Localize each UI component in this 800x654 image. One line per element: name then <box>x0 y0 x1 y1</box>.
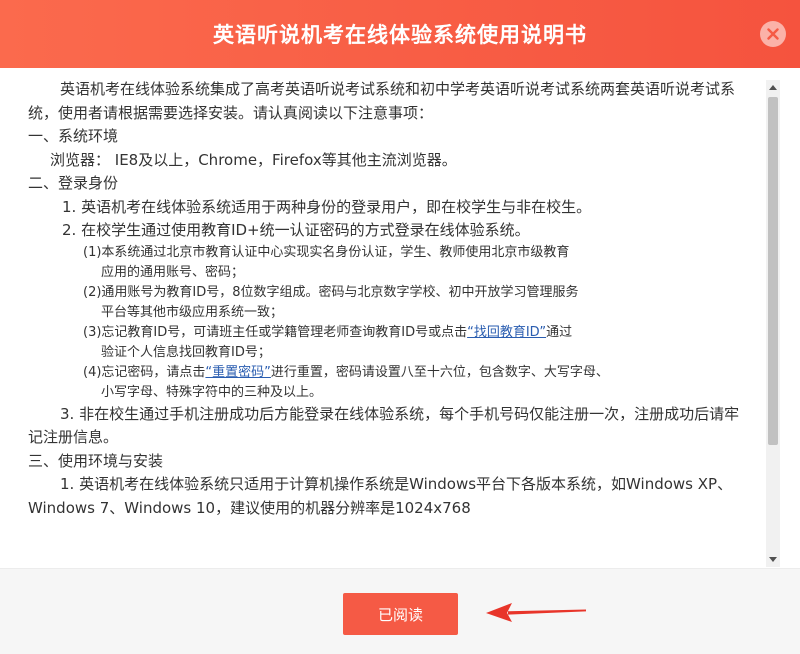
login-item-2: 2. 在校学生通过使用教育ID+统一认证密码的方式登录在线体验系统。 <box>62 221 530 239</box>
note-1-line-1: (1)本系统通过北京市教育认证中心实现实名身份认证，学生、教师使用北京市级教育 <box>83 244 570 260</box>
scroll-down-arrow-icon <box>769 557 777 562</box>
note-4-line-2: 小写字母、特殊字符中的三种及以上。 <box>101 384 323 400</box>
scroll-up-button[interactable] <box>766 80 780 94</box>
login-item-3: 3. 非在校生通过手机注册成功后方能登录在线体验系统，每个手机号码仅能注册一次，… <box>28 404 740 447</box>
note-4-text-pre: (4)忘记密码，请点击 <box>83 364 206 380</box>
reset-password-link[interactable]: “重置密码” <box>205 365 270 380</box>
note-1-line-2: 应用的通用账号、密码； <box>101 264 245 280</box>
vertical-scrollbar[interactable] <box>766 80 780 567</box>
document-scroll-area[interactable]: 英语机考在线体验系统集成了高考英语听说考试系统和初中学考英语听说考试系统两套英语… <box>0 68 800 568</box>
scroll-down-button[interactable] <box>766 553 780 567</box>
close-button[interactable] <box>760 21 786 47</box>
section-2-title: 二、登录身份 <box>28 174 119 192</box>
document-body: 英语机考在线体验系统集成了高考英语听说考试系统和初中学考英语听说考试系统两套英语… <box>28 78 754 520</box>
install-item-1: 1. 英语机考在线体验系统只适用于计算机操作系统是Windows平台下各版本系统… <box>28 475 733 517</box>
instructions-dialog: 英语听说机考在线体验系统使用说明书 英语机考在线体验系统集成了高考英语听说考试系… <box>0 0 800 654</box>
red-arrow-icon <box>486 603 586 622</box>
dialog-header: 英语听说机考在线体验系统使用说明书 <box>0 0 800 68</box>
note-3-text-post: 通过 <box>546 324 573 340</box>
section-3-title: 三、使用环境与安装 <box>28 451 164 470</box>
note-3-line-1: (3)忘记教育ID号，可请班主任或学籍管理老师查询教育ID号或点击“找回教育ID… <box>28 323 754 343</box>
read-confirm-button[interactable]: 已阅读 <box>343 593 458 635</box>
note-3-line-2: 验证个人信息找回教育ID号； <box>101 344 271 360</box>
close-icon <box>767 28 779 40</box>
scroll-up-arrow-icon <box>769 85 777 90</box>
intro-paragraph: 英语机考在线体验系统集成了高考英语听说考试系统和初中学考英语听说考试系统两套英语… <box>28 80 736 122</box>
login-item-1: 1. 英语机考在线体验系统适用于两种身份的登录用户，即在校学生与非在校生。 <box>62 197 592 216</box>
note-3-text-pre: (3)忘记教育ID号，可请班主任或学籍管理老师查询教育ID号或点击 <box>83 324 468 340</box>
dialog-title: 英语听说机考在线体验系统使用说明书 <box>213 23 587 47</box>
note-2-line-1: (2)通用账号为教育ID号，8位数字组成。密码与北京数字学校、初中开放学习管理服… <box>83 284 579 300</box>
note-4-text-post: 进行重置，密码请设置八至十六位，包含数字、大写字母、 <box>270 364 609 380</box>
section-1-title: 一、系统环境 <box>28 127 119 145</box>
browser-requirement: 浏览器： IE8及以上，Chrome，Firefox等其他主流浏览器。 <box>50 150 457 169</box>
note-2-line-2: 平台等其他市级应用系统一致； <box>101 304 284 320</box>
scrollbar-thumb[interactable] <box>768 97 778 445</box>
recover-education-id-link[interactable]: “找回教育ID” <box>467 325 546 340</box>
note-4-line-1: (4)忘记密码，请点击“重置密码”进行重置，密码请设置八至十六位，包含数字、大写… <box>28 363 754 383</box>
dialog-footer: 已阅读 <box>0 568 800 654</box>
